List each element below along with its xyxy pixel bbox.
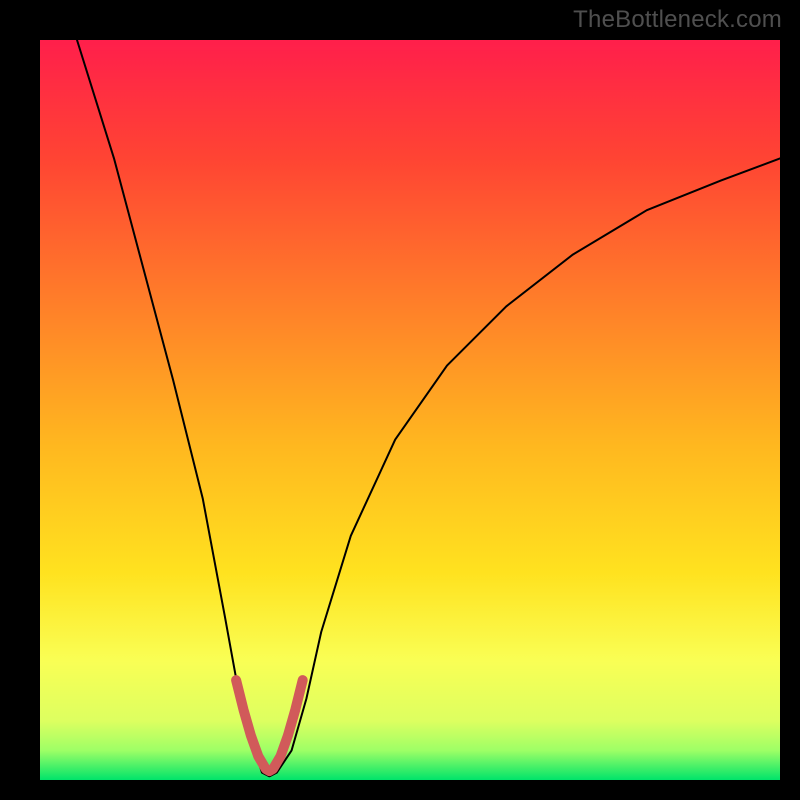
chart-frame: TheBottleneck.com: [0, 0, 800, 800]
watermark-text: TheBottleneck.com: [573, 6, 782, 34]
plot-area: [40, 40, 780, 780]
chart-svg: [40, 40, 780, 780]
gradient-background: [40, 40, 780, 780]
